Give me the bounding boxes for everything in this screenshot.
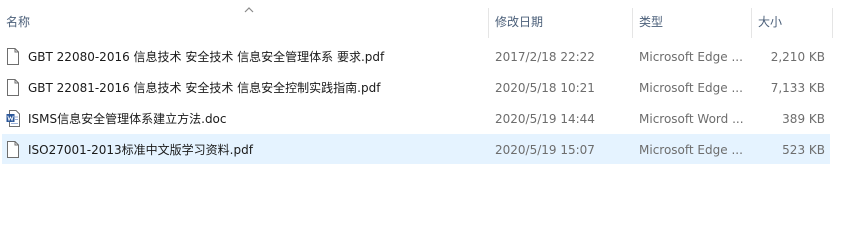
file-modified: 2017/2/18 22:22 [495,50,595,64]
file-row[interactable]: ISMS信息安全管理体系建立方法.doc 2020/5/19 14:44 Mic… [2,103,830,133]
file-name-cell: ISO27001-2013标准中文版学习资料.pdf [6,134,488,164]
column-header-modified[interactable]: 修改日期 [489,0,633,40]
file-row-selected[interactable]: ISO27001-2013标准中文版学习资料.pdf 2020/5/19 15:… [2,134,830,164]
file-size: 389 KB [782,112,825,126]
file-name: GBT 22080-2016 信息技术 安全技术 信息安全管理体系 要求.pdf [28,50,385,64]
file-type: Microsoft Edge ... [639,143,743,157]
column-header-type[interactable]: 类型 [633,0,751,40]
pdf-file-icon [7,48,19,65]
column-header-bar: 名称 修改日期 类型 大小 [0,0,834,40]
file-type: Microsoft Edge ... [639,81,743,95]
file-modified: 2020/5/18 10:21 [495,81,595,95]
column-header-size[interactable]: 大小 [752,0,832,40]
file-name-cell: GBT 22080-2016 信息技术 安全技术 信息安全管理体系 要求.pdf [6,41,488,71]
pdf-file-icon [7,141,19,158]
file-type: Microsoft Edge ... [639,50,743,64]
pdf-file-icon [7,79,19,96]
word-file-icon [6,110,20,127]
file-size: 7,133 KB [770,81,825,95]
column-divider[interactable] [832,8,833,38]
file-modified: 2020/5/19 15:07 [495,143,595,157]
file-name: ISO27001-2013标准中文版学习资料.pdf [28,143,253,157]
file-row[interactable]: GBT 22080-2016 信息技术 安全技术 信息安全管理体系 要求.pdf… [2,41,830,71]
file-type: Microsoft Word ... [639,112,744,126]
file-modified: 2020/5/19 14:44 [495,112,595,126]
column-header-name[interactable]: 名称 [0,0,490,40]
file-row[interactable]: GBT 22081-2016 信息技术 安全技术 信息安全控制实践指南.pdf … [2,72,830,102]
file-name-cell: GBT 22081-2016 信息技术 安全技术 信息安全控制实践指南.pdf [6,72,488,102]
file-size: 2,210 KB [770,50,825,64]
file-size: 523 KB [782,143,825,157]
file-name: GBT 22081-2016 信息技术 安全技术 信息安全控制实践指南.pdf [28,81,381,95]
file-name: ISMS信息安全管理体系建立方法.doc [28,112,227,126]
file-name-cell: ISMS信息安全管理体系建立方法.doc [6,103,488,133]
